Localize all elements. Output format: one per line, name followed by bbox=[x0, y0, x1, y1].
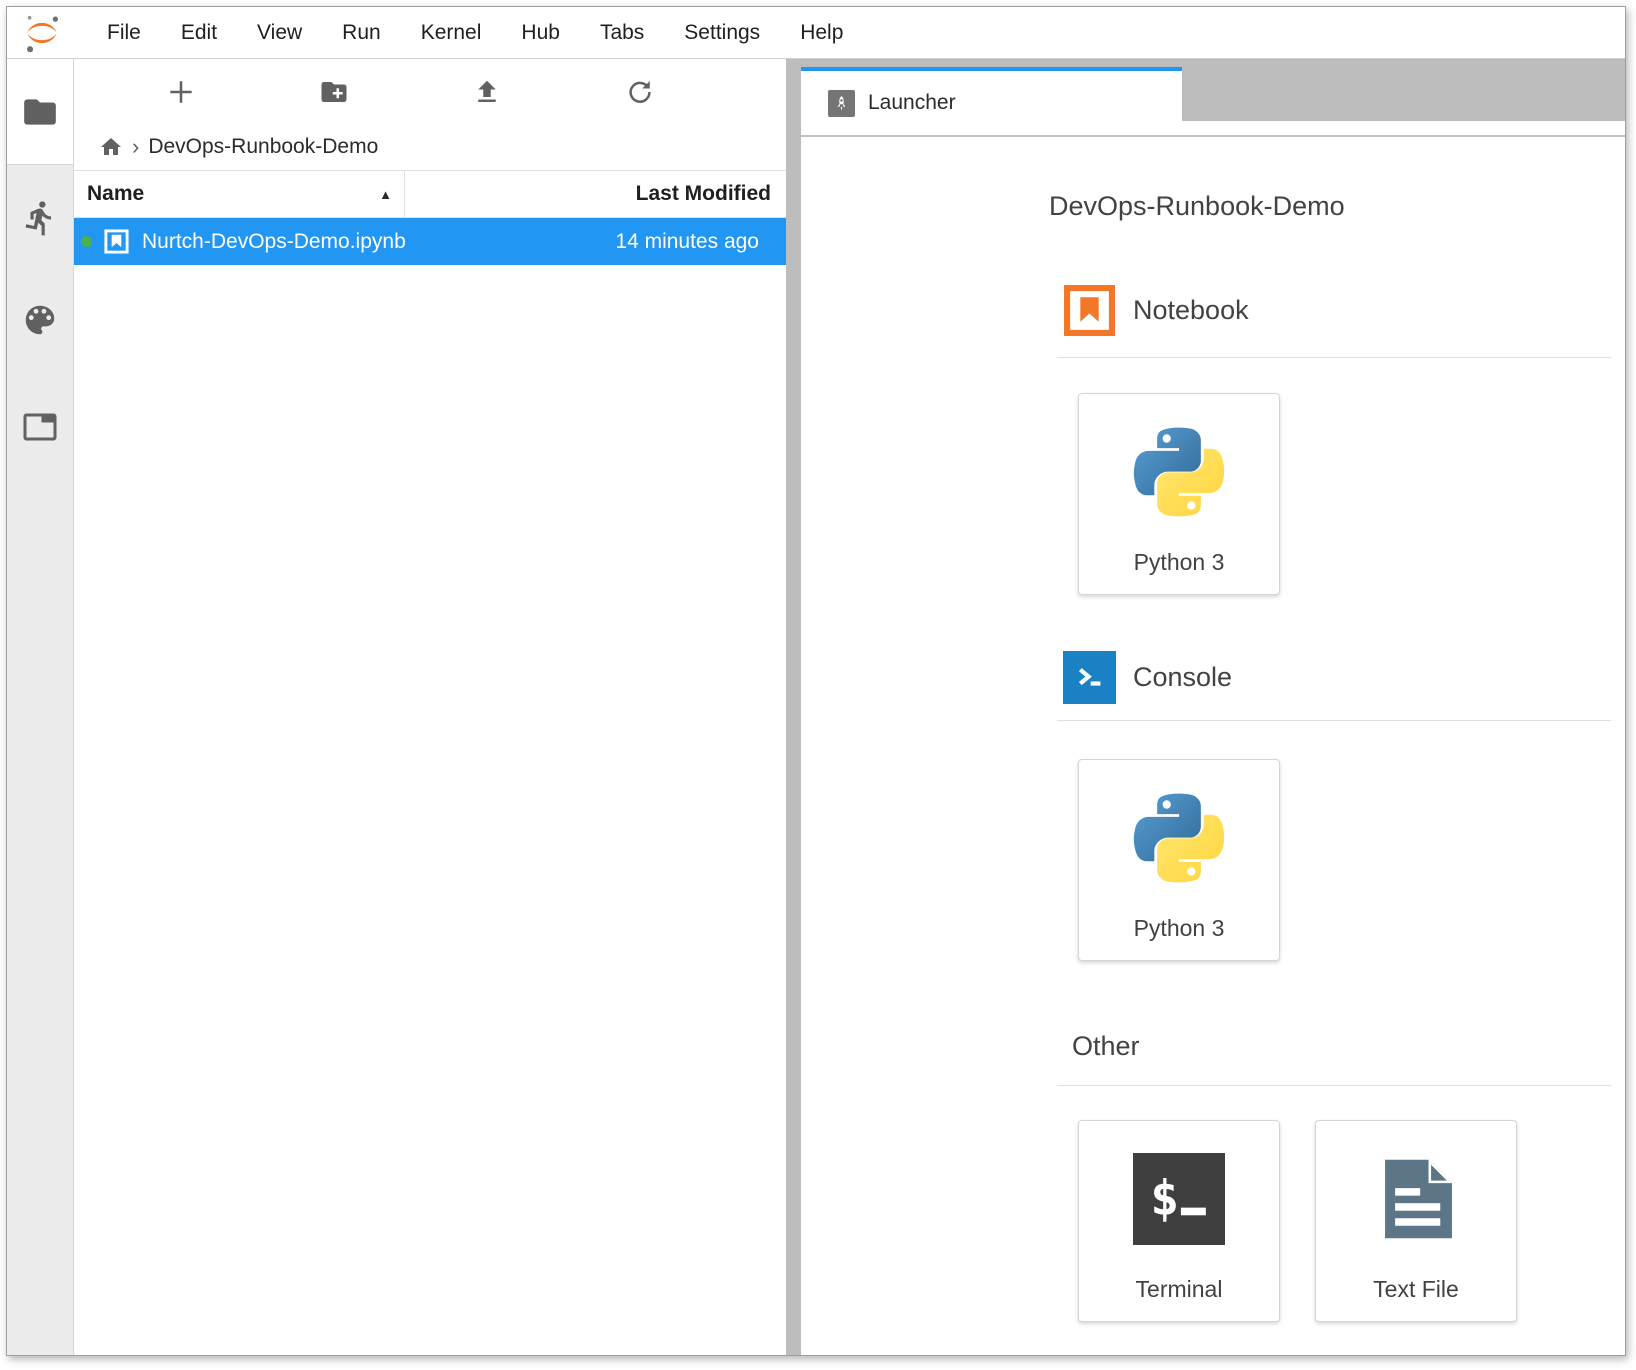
sort-ascending-icon: ▲ bbox=[379, 187, 392, 202]
menu-view[interactable]: View bbox=[237, 21, 322, 45]
menu-edit[interactable]: Edit bbox=[161, 21, 237, 45]
notebook-icon bbox=[1063, 284, 1116, 337]
menu-run[interactable]: Run bbox=[322, 21, 401, 45]
other-cards: $ Terminal bbox=[1078, 1120, 1517, 1322]
menu-tabs[interactable]: Tabs bbox=[580, 21, 664, 45]
card-label-terminal: Terminal bbox=[1136, 1276, 1223, 1303]
file-list-header: Name ▲ Last Modified bbox=[74, 170, 786, 218]
menu-bar: File Edit View Run Kernel Hub Tabs Setti… bbox=[7, 7, 1625, 59]
launcher-card-notebook-python3[interactable]: Python 3 bbox=[1078, 393, 1280, 595]
menu-file[interactable]: File bbox=[87, 21, 161, 45]
section-divider bbox=[1057, 1085, 1611, 1086]
column-header-name[interactable]: Name ▲ bbox=[74, 171, 405, 217]
menu-help[interactable]: Help bbox=[780, 21, 863, 45]
tab-launcher-label: Launcher bbox=[868, 91, 956, 115]
launcher-card-console-python3[interactable]: Python 3 bbox=[1078, 759, 1280, 961]
launcher-rocket-icon bbox=[828, 90, 855, 117]
console-cards: Python 3 bbox=[1078, 759, 1280, 961]
breadcrumb-separator: › bbox=[132, 134, 139, 160]
activity-sidebar bbox=[7, 59, 74, 1355]
launcher-card-terminal[interactable]: $ Terminal bbox=[1078, 1120, 1280, 1322]
sidebar-tab-command-palette[interactable] bbox=[20, 300, 60, 340]
sidebar-tab-open-tabs[interactable] bbox=[20, 407, 60, 447]
dock-tab-bar: Launcher bbox=[801, 59, 1625, 137]
launcher-panel: DevOps-Runbook-Demo Notebook bbox=[801, 137, 1625, 1355]
file-last-modified: 14 minutes ago bbox=[406, 230, 786, 254]
jupyter-logo-icon bbox=[21, 10, 63, 56]
sidebar-tab-running-sessions[interactable] bbox=[20, 198, 60, 238]
section-label-console: Console bbox=[1133, 662, 1232, 693]
launcher-cwd-title: DevOps-Runbook-Demo bbox=[1049, 191, 1345, 222]
refresh-button[interactable] bbox=[563, 77, 716, 107]
workspace: › DevOps-Runbook-Demo Name ▲ Last Modifi… bbox=[7, 59, 1625, 1355]
new-launcher-button[interactable] bbox=[104, 77, 257, 107]
card-label-python3: Python 3 bbox=[1134, 549, 1225, 576]
last-modified-column-label: Last Modified bbox=[636, 182, 771, 206]
plus-icon bbox=[166, 77, 196, 107]
running-man-icon bbox=[21, 199, 59, 237]
breadcrumb-current-folder[interactable]: DevOps-Runbook-Demo bbox=[148, 135, 378, 159]
menu-hub[interactable]: Hub bbox=[501, 21, 580, 45]
notebook-cards: Python 3 bbox=[1078, 393, 1280, 595]
file-browser-toolbar bbox=[74, 59, 786, 124]
file-row-selected[interactable]: Nurtch-DevOps-Demo.ipynb 14 minutes ago bbox=[74, 218, 786, 265]
kernel-running-indicator bbox=[81, 236, 92, 247]
new-folder-icon bbox=[319, 77, 349, 107]
card-label-text-file: Text File bbox=[1373, 1276, 1459, 1303]
refresh-icon bbox=[625, 77, 655, 107]
tab-launcher[interactable]: Launcher bbox=[801, 67, 1182, 135]
section-label-notebook: Notebook bbox=[1133, 295, 1249, 326]
sidebar-tab-file-browser[interactable] bbox=[20, 92, 60, 132]
python-icon bbox=[1127, 394, 1231, 549]
python-icon bbox=[1127, 760, 1231, 915]
file-browser-panel: › DevOps-Runbook-Demo Name ▲ Last Modifi… bbox=[74, 59, 786, 1355]
jupyterlab-window: File Edit View Run Kernel Hub Tabs Setti… bbox=[6, 6, 1626, 1356]
home-icon[interactable] bbox=[99, 135, 123, 159]
launcher-card-text-file[interactable]: Text File bbox=[1315, 1120, 1517, 1322]
text-file-icon bbox=[1370, 1121, 1462, 1276]
new-folder-button[interactable] bbox=[257, 77, 410, 107]
folder-icon bbox=[21, 93, 59, 131]
card-label-python3: Python 3 bbox=[1134, 915, 1225, 942]
column-header-last-modified[interactable]: Last Modified bbox=[405, 171, 786, 217]
menu-settings[interactable]: Settings bbox=[664, 21, 780, 45]
svg-text:$: $ bbox=[1150, 1171, 1179, 1226]
name-column-label: Name bbox=[87, 182, 144, 206]
section-header-console: Console bbox=[1063, 651, 1232, 704]
section-divider bbox=[1057, 720, 1611, 721]
tabs-icon bbox=[22, 409, 58, 445]
main-dock-panel: Launcher DevOps-Runbook-Demo Notebook bbox=[801, 59, 1625, 1355]
section-label-other: Other bbox=[1072, 1031, 1140, 1062]
upload-button[interactable] bbox=[410, 77, 563, 107]
file-name: Nurtch-DevOps-Demo.ipynb bbox=[142, 230, 406, 254]
palette-icon bbox=[21, 301, 59, 339]
panel-splitter-handle[interactable] bbox=[786, 59, 801, 1355]
terminal-icon: $ bbox=[1133, 1121, 1225, 1276]
upload-icon bbox=[472, 77, 502, 107]
notebook-file-icon bbox=[103, 228, 130, 255]
section-header-notebook: Notebook bbox=[1063, 284, 1249, 337]
console-icon bbox=[1063, 651, 1116, 704]
section-divider bbox=[1057, 357, 1611, 358]
breadcrumb: › DevOps-Runbook-Demo bbox=[74, 124, 786, 170]
menu-kernel[interactable]: Kernel bbox=[401, 21, 502, 45]
